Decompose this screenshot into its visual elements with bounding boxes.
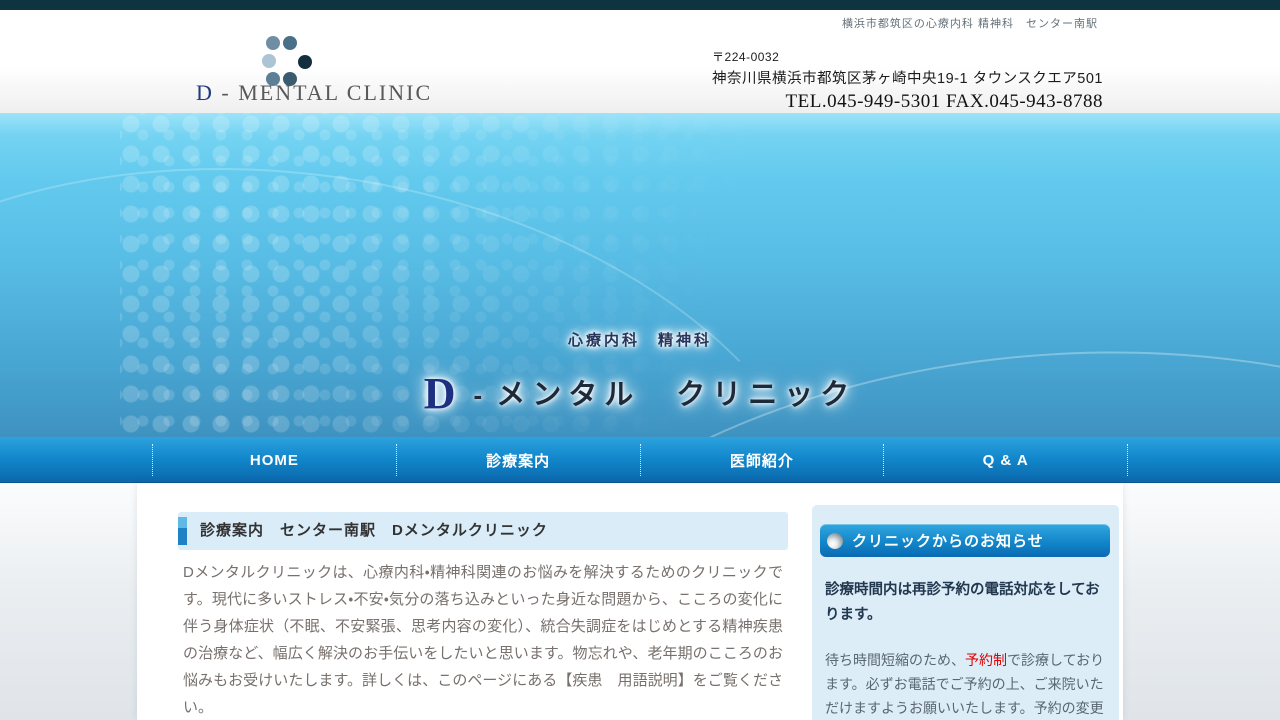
site-header: 横浜市都筑区の心療内科 精神科 センター南駅 D - MENTAL CLINIC…	[0, 10, 1280, 113]
tel-fax-numbers: TEL.045-949-5301 FAX.045-943-8788	[712, 91, 1103, 113]
hero-title-dash: -	[474, 380, 483, 410]
street-address: 神奈川県横浜市都筑区茅ヶ崎中央19-1 タウンスクエア501	[712, 67, 1103, 88]
sidebar-header-button[interactable]: クリニックからのお知らせ	[820, 524, 1110, 557]
intro-paragraph-1: Dメンタルクリニックは、心療内科・精神科関連のお悩みを解決するためのクリニックで…	[183, 559, 783, 720]
nav-item-doctor[interactable]: 医師紹介	[640, 444, 884, 476]
hero-title: D-メンタル クリニック	[0, 368, 1280, 419]
clinic-logo[interactable]: D - MENTAL CLINIC	[196, 18, 456, 108]
section-heading-bar: 診療案内 センター南駅 Dメンタルクリニック	[178, 512, 788, 550]
nav-item-qa[interactable]: Q & A	[883, 444, 1128, 476]
nav-item-services[interactable]: 診療案内	[396, 444, 640, 476]
news-sidebar: クリニックからのお知らせ 診療時間内は再診予約の電話対応をしております。 待ち時…	[812, 505, 1119, 720]
page-body: 診療案内 センター南駅 Dメンタルクリニック Dメンタルクリニックは、心療内科・…	[0, 483, 1280, 720]
notice-body-text: 待ち時間短縮のため、予約制で診療しております。必ずお電話でご予約の上、ご来院いた…	[825, 648, 1107, 720]
logo-letter-d: D	[196, 80, 214, 105]
intro-article: Dメンタルクリニックは、心療内科・精神科関連のお悩みを解決するためのクリニックで…	[183, 559, 783, 720]
sidebar-title: クリニックからのお知らせ	[852, 530, 1044, 551]
main-navigation: HOME 診療案内 医師紹介 Q & A	[0, 437, 1280, 483]
section-heading: 診療案内 センター南駅 Dメンタルクリニック	[200, 512, 548, 550]
contact-block: 〒224-0032 神奈川県横浜市都筑区茅ヶ崎中央19-1 タウンスクエア501…	[712, 48, 1103, 113]
logo-rest: - MENTAL CLINIC	[214, 80, 432, 105]
notice-pre: 待ち時間短縮のため、	[825, 652, 965, 668]
notice-highlight-reservation: 予約制	[965, 652, 1007, 668]
nav-item-home[interactable]: HOME	[152, 444, 396, 476]
clinic-homepage: 横浜市都筑区の心療内科 精神科 センター南駅 D - MENTAL CLINIC…	[0, 0, 1280, 720]
nav-menu: HOME 診療案内 医師紹介 Q & A	[152, 437, 1128, 483]
seo-tagline: 横浜市都筑区の心療内科 精神科 センター南駅	[842, 15, 1098, 31]
hero-banner: 心療内科 精神科 D-メンタル クリニック	[0, 113, 1280, 437]
hero-subtitle: 心療内科 精神科	[0, 329, 1280, 350]
top-bar	[0, 0, 1280, 10]
content-column: 診療案内 センター南駅 Dメンタルクリニック Dメンタルクリニックは、心療内科・…	[137, 483, 1123, 720]
hero-title-rest: メンタル クリニック	[496, 379, 856, 411]
logo-wordmark: D - MENTAL CLINIC	[196, 80, 456, 106]
notice-bold-text: 診療時間内は再診予約の電話対応をしております。	[825, 578, 1107, 628]
heading-accent-icon	[178, 517, 187, 545]
postal-code: 〒224-0032	[712, 48, 1103, 65]
sphere-bullet-icon	[827, 533, 843, 549]
hero-title-d: D	[424, 369, 456, 418]
